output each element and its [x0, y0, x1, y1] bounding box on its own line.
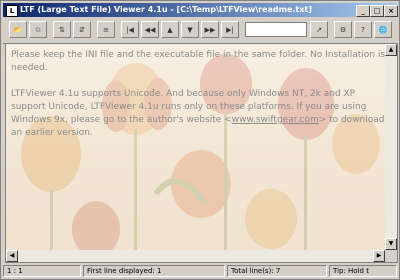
- copy-button[interactable]: ⧉: [29, 21, 47, 38]
- status-position: 1 : 1: [3, 265, 81, 277]
- website-link[interactable]: www.swiftgear.com: [232, 115, 319, 125]
- text-view[interactable]: Please keep the INI file and the executa…: [5, 43, 398, 263]
- find-button[interactable]: ↗: [310, 21, 328, 38]
- merge-icon: ⇵: [79, 26, 85, 34]
- merge-button[interactable]: ⇵: [73, 21, 91, 38]
- window-title: LTF (Large Text File) Viewer 4.1u - [C:\…: [20, 5, 312, 14]
- document-text: Please keep the INI file and the executa…: [11, 49, 389, 153]
- first-icon: |◀: [126, 26, 134, 34]
- close-button[interactable]: ×: [384, 5, 398, 17]
- scroll-right-button[interactable]: ▶: [373, 250, 385, 262]
- status-first-line: First line displayed: 1: [83, 265, 225, 277]
- split-button[interactable]: ⇅: [53, 21, 71, 38]
- line-up-button[interactable]: ▲: [161, 21, 179, 38]
- last-page-button[interactable]: ▶|: [221, 21, 239, 38]
- first-page-button[interactable]: |◀: [121, 21, 139, 38]
- ruler-icon: ≡: [103, 26, 109, 34]
- page-down-button[interactable]: ▶▶: [201, 21, 219, 38]
- settings-icon: ⚙: [339, 26, 347, 34]
- status-total-lines: Total line(s): 7: [227, 265, 327, 277]
- page-up-icon: ◀◀: [144, 26, 156, 34]
- last-icon: ▶|: [226, 26, 234, 34]
- help-button[interactable]: ?: [354, 21, 372, 38]
- toolbar: 📂 ⧉ ⇅ ⇵ ≡ |◀ ◀◀ ▲ ▼ ▶▶ ▶| ↗ ⚙ ? 🌐: [3, 19, 397, 44]
- line-down-icon: ▼: [187, 26, 193, 34]
- paragraph-2: LTFViewer 4.1u supports Unicode. And bec…: [11, 88, 389, 140]
- vertical-scrollbar[interactable]: ▲ ▼: [385, 44, 397, 250]
- open-folder-icon: 📂: [13, 26, 23, 34]
- ruler-button[interactable]: ≡: [97, 21, 115, 38]
- help-icon: ?: [361, 26, 365, 34]
- line-down-button[interactable]: ▼: [181, 21, 199, 38]
- scrollbar-corner: [385, 250, 397, 262]
- web-button[interactable]: 🌐: [374, 21, 392, 38]
- minimize-button[interactable]: _: [356, 5, 370, 17]
- scroll-left-button[interactable]: ◀: [6, 250, 18, 262]
- horizontal-scrollbar[interactable]: ◀ ▶: [6, 250, 385, 262]
- line-up-icon: ▲: [167, 26, 173, 34]
- scroll-up-button[interactable]: ▲: [385, 44, 397, 56]
- page-up-button[interactable]: ◀◀: [141, 21, 159, 38]
- scroll-down-button[interactable]: ▼: [385, 238, 397, 250]
- find-icon: ↗: [316, 26, 322, 34]
- split-icon: ⇅: [59, 26, 65, 34]
- status-tip: Tip: Hold t: [329, 265, 397, 277]
- copy-icon: ⧉: [35, 26, 41, 34]
- search-input[interactable]: [245, 22, 307, 37]
- status-bar: 1 : 1 First line displayed: 1 Total line…: [3, 265, 397, 278]
- web-icon: 🌐: [378, 26, 388, 34]
- main-window: L LTF (Large Text File) Viewer 4.1u - [C…: [0, 0, 400, 280]
- title-bar[interactable]: L LTF (Large Text File) Viewer 4.1u - [C…: [3, 3, 398, 17]
- paragraph-1: Please keep the INI file and the executa…: [11, 50, 386, 73]
- settings-button[interactable]: ⚙: [334, 21, 352, 38]
- app-icon[interactable]: L: [6, 5, 18, 17]
- page-down-icon: ▶▶: [204, 26, 216, 34]
- open-file-button[interactable]: 📂: [9, 21, 27, 38]
- maximize-button[interactable]: □: [370, 5, 384, 17]
